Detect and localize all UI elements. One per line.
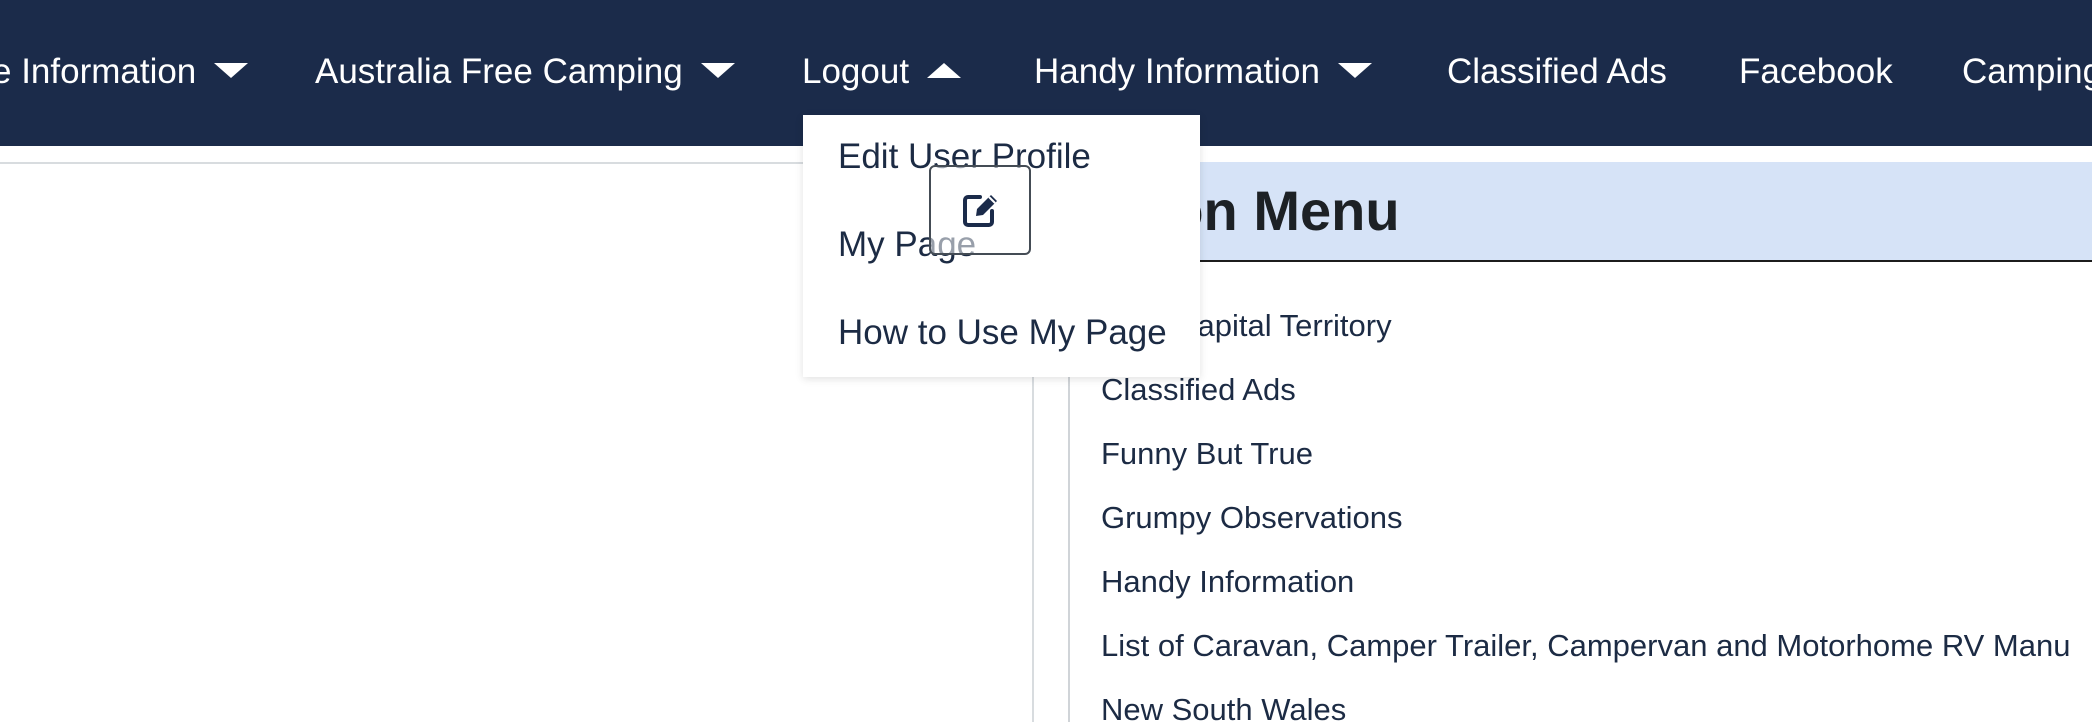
chevron-up-icon xyxy=(927,63,962,79)
nav-item-label: Handy Information xyxy=(1034,52,1320,91)
nav-item-label: Logout xyxy=(802,52,910,91)
section-link-funny-but-true[interactable]: Funny But True xyxy=(1101,434,1313,474)
dropdown-item-how-to-use-my-page[interactable]: How to Use My Page xyxy=(838,311,1167,355)
nav-item-label: Classified Ads xyxy=(1447,52,1667,91)
chevron-down-icon xyxy=(700,63,735,79)
nav-item-camping[interactable]: Camping xyxy=(1962,46,2092,98)
nav-item-australia-free-camping[interactable]: Australia Free Camping xyxy=(315,46,735,98)
nav-item-classified-ads[interactable]: Classified Ads xyxy=(1447,46,1667,98)
section-link-handy-information[interactable]: Handy Information xyxy=(1101,562,1354,602)
nav-item-facebook[interactable]: Facebook xyxy=(1739,46,1893,98)
nav-item-logout[interactable]: Logout xyxy=(802,46,962,98)
nav-item-information[interactable]: e Information xyxy=(0,46,249,98)
section-link-grumpy-observations[interactable]: Grumpy Observations xyxy=(1101,498,1403,538)
chevron-down-icon xyxy=(214,63,249,79)
nav-item-label: Camping xyxy=(1962,52,2092,91)
edit-profile-icon-button[interactable] xyxy=(929,165,1031,255)
nav-item-handy-information[interactable]: Handy Information xyxy=(1034,46,1372,98)
section-menu-header: ction Menu xyxy=(1068,162,2092,262)
edit-icon xyxy=(963,195,997,227)
section-link-rv-manufacturers[interactable]: List of Caravan, Camper Trailer, Camperv… xyxy=(1101,626,2070,666)
nav-item-label: Facebook xyxy=(1739,52,1893,91)
nav-item-label: e Information xyxy=(0,52,197,91)
section-link-new-south-wales[interactable]: New South Wales xyxy=(1101,690,1346,722)
section-menu-list: alian Capital Territory Classified Ads F… xyxy=(1068,262,2092,722)
nav-item-label: Australia Free Camping xyxy=(315,52,683,91)
chevron-down-icon xyxy=(1337,63,1372,79)
